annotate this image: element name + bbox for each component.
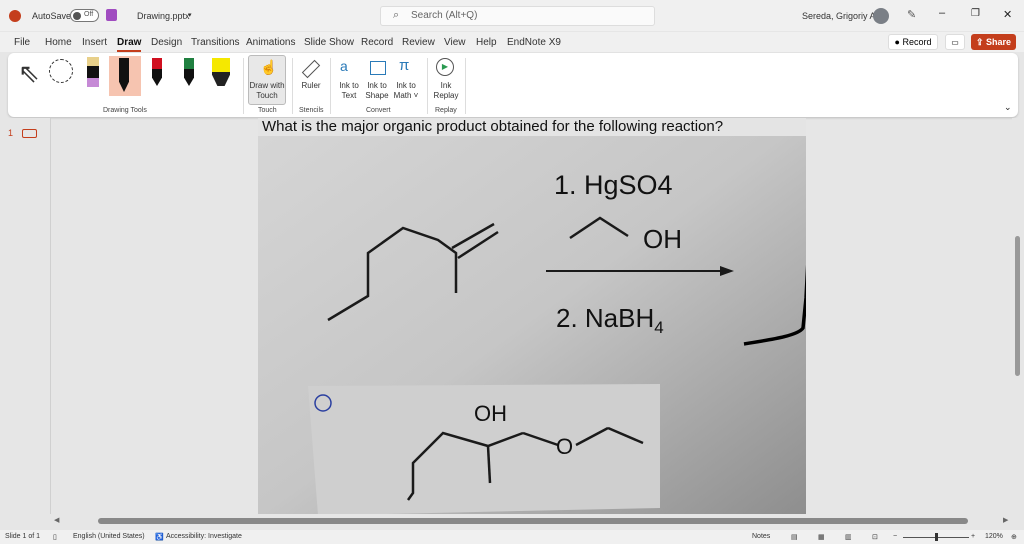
label-line: Ink <box>440 81 452 90</box>
ink-to-shape-icon[interactable] <box>370 61 386 75</box>
slide-sorter-icon[interactable]: ▦ <box>818 533 825 541</box>
slide-indicator: Slide 1 of 1 <box>5 533 41 540</box>
thumbnail-pane: 1 <box>0 118 50 512</box>
minimize-icon[interactable]: – <box>939 7 945 19</box>
step-2-subscript: 4 <box>654 318 664 338</box>
save-icon[interactable] <box>106 9 117 21</box>
fit-to-window-icon[interactable]: ⊕ <box>1011 533 1017 541</box>
slide-photo <box>258 118 806 515</box>
tab-transitions[interactable]: Transitions <box>191 37 240 48</box>
touch-hand-icon: ☝ <box>260 59 278 75</box>
autosave-toggle[interactable]: Off <box>70 9 99 22</box>
label-line: Ink to <box>396 81 416 90</box>
label-line: Touch <box>256 91 278 100</box>
record-label: Record <box>902 37 932 47</box>
label-line: Draw with <box>249 81 285 90</box>
share-label: Share <box>986 36 1012 47</box>
label-line: Ink to <box>367 81 387 90</box>
question-text: What is the major organic product obtain… <box>262 118 724 135</box>
eraser-icon[interactable] <box>87 57 99 87</box>
tab-view[interactable]: View <box>444 37 466 48</box>
search-icon: ⌕ <box>393 9 400 21</box>
group-replay: Replay <box>435 107 457 114</box>
notes-button[interactable]: Notes <box>752 533 770 540</box>
slide-canvas[interactable]: What is the major organic product obtain… <box>258 118 806 515</box>
comments-button[interactable]: ▭ <box>945 34 965 50</box>
reagent-oh: OH <box>643 224 682 254</box>
group-touch: Touch <box>258 107 277 114</box>
select-arrow-icon[interactable]: ⇖ <box>18 58 40 89</box>
reagent-step-1: 1. HgSO4 <box>554 170 673 200</box>
tab-help[interactable]: Help <box>476 37 497 48</box>
tab-draw[interactable]: Draw <box>117 37 142 52</box>
zoom-slider-thumb[interactable] <box>935 533 938 541</box>
spelling-icon[interactable]: ▯ <box>53 533 57 541</box>
ink-replay-button[interactable]: Ink Replay <box>431 81 461 101</box>
toggle-state: Off <box>84 11 94 18</box>
title-bar: AutoSave Off Drawing.pptx ▾ Search (Alt+… <box>0 0 1024 31</box>
ink-to-math-icon[interactable]: π <box>399 57 409 74</box>
group-convert: Convert <box>366 107 391 114</box>
slide-thumbnail[interactable] <box>22 129 37 138</box>
ink-to-math-button[interactable]: Ink to Math ˅ <box>392 81 420 101</box>
tab-home[interactable]: Home <box>45 37 72 48</box>
record-button[interactable]: ● Record <box>888 34 938 50</box>
step-2-text: 2. NaBH <box>556 303 655 333</box>
ink-to-text-button[interactable]: Ink to Text <box>336 81 362 101</box>
language[interactable]: English (United States) <box>73 533 145 540</box>
label-line: Replay <box>433 91 459 100</box>
horizontal-scrollbar[interactable]: ◀ ▶ <box>50 514 1012 528</box>
tab-file[interactable]: File <box>14 37 30 48</box>
normal-view-icon[interactable]: ▤ <box>791 533 798 541</box>
tab-design[interactable]: Design <box>151 37 182 48</box>
ink-replay-icon[interactable]: ▶ <box>436 58 454 76</box>
lasso-select-icon[interactable] <box>49 59 73 83</box>
share-button[interactable]: ⇪ Share <box>971 34 1016 50</box>
status-bar: Slide 1 of 1 ▯ English (United States) A… <box>0 530 1024 544</box>
product-oh: OH <box>474 401 507 426</box>
ink-to-shape-button[interactable]: Ink to Shape <box>364 81 390 101</box>
ribbon-tabs: File Home Insert Draw Design Transitions… <box>0 32 1024 52</box>
label-line: Shape <box>365 91 389 100</box>
user-name: Sereda, Grigoriy A <box>802 11 876 21</box>
tab-endnote[interactable]: EndNote X9 <box>507 37 561 48</box>
search-input[interactable]: Search (Alt+Q) ⌕ <box>380 6 655 26</box>
tab-animations[interactable]: Animations <box>246 37 295 48</box>
vertical-scrollbar[interactable] <box>1012 118 1024 514</box>
collapse-ribbon-icon[interactable]: ⌄ <box>1004 102 1012 113</box>
search-placeholder: Search (Alt+Q) <box>411 10 478 21</box>
ruler-button[interactable]: Ruler <box>298 81 324 91</box>
group-stencils: Stencils <box>299 107 324 114</box>
close-icon[interactable]: ✕ <box>1003 8 1012 21</box>
slide-number: 1 <box>8 128 14 138</box>
reading-view-icon[interactable]: ▥ <box>845 533 852 541</box>
group-drawing-tools: Drawing Tools <box>103 107 147 114</box>
accessibility-icon: ♿ <box>155 534 164 541</box>
product-oxygen: O <box>556 434 574 459</box>
ink-to-text-icon[interactable]: a <box>340 58 348 74</box>
zoom-out-button[interactable]: − <box>893 533 897 540</box>
file-name[interactable]: Drawing.pptx <box>137 11 190 21</box>
label-line: Math ˅ <box>393 91 419 100</box>
pen-icon[interactable]: ✎ <box>907 8 916 21</box>
label-line: Ink to <box>339 81 359 90</box>
slideshow-icon[interactable]: ⊡ <box>872 533 878 541</box>
zoom-in-button[interactable]: + <box>971 533 975 540</box>
tab-slide-show[interactable]: Slide Show <box>304 37 354 48</box>
avatar[interactable] <box>873 8 889 24</box>
draw-with-touch-button[interactable]: ☝ Draw with Touch <box>248 55 286 105</box>
tab-review[interactable]: Review <box>402 37 435 48</box>
tab-insert[interactable]: Insert <box>82 37 107 48</box>
tab-record[interactable]: Record <box>361 37 393 48</box>
powerpoint-logo-icon <box>9 10 21 22</box>
autosave-label: AutoSave <box>32 11 72 21</box>
label-line: Text <box>341 91 357 100</box>
reagent-step-2: 2. NaBH4 <box>556 303 664 338</box>
restore-icon[interactable]: ❐ <box>971 8 980 19</box>
filename-chevron-icon[interactable]: ▾ <box>188 11 192 19</box>
accessibility-button[interactable]: Accessibility: Investigate <box>166 533 242 540</box>
zoom-level[interactable]: 120% <box>985 533 1003 540</box>
